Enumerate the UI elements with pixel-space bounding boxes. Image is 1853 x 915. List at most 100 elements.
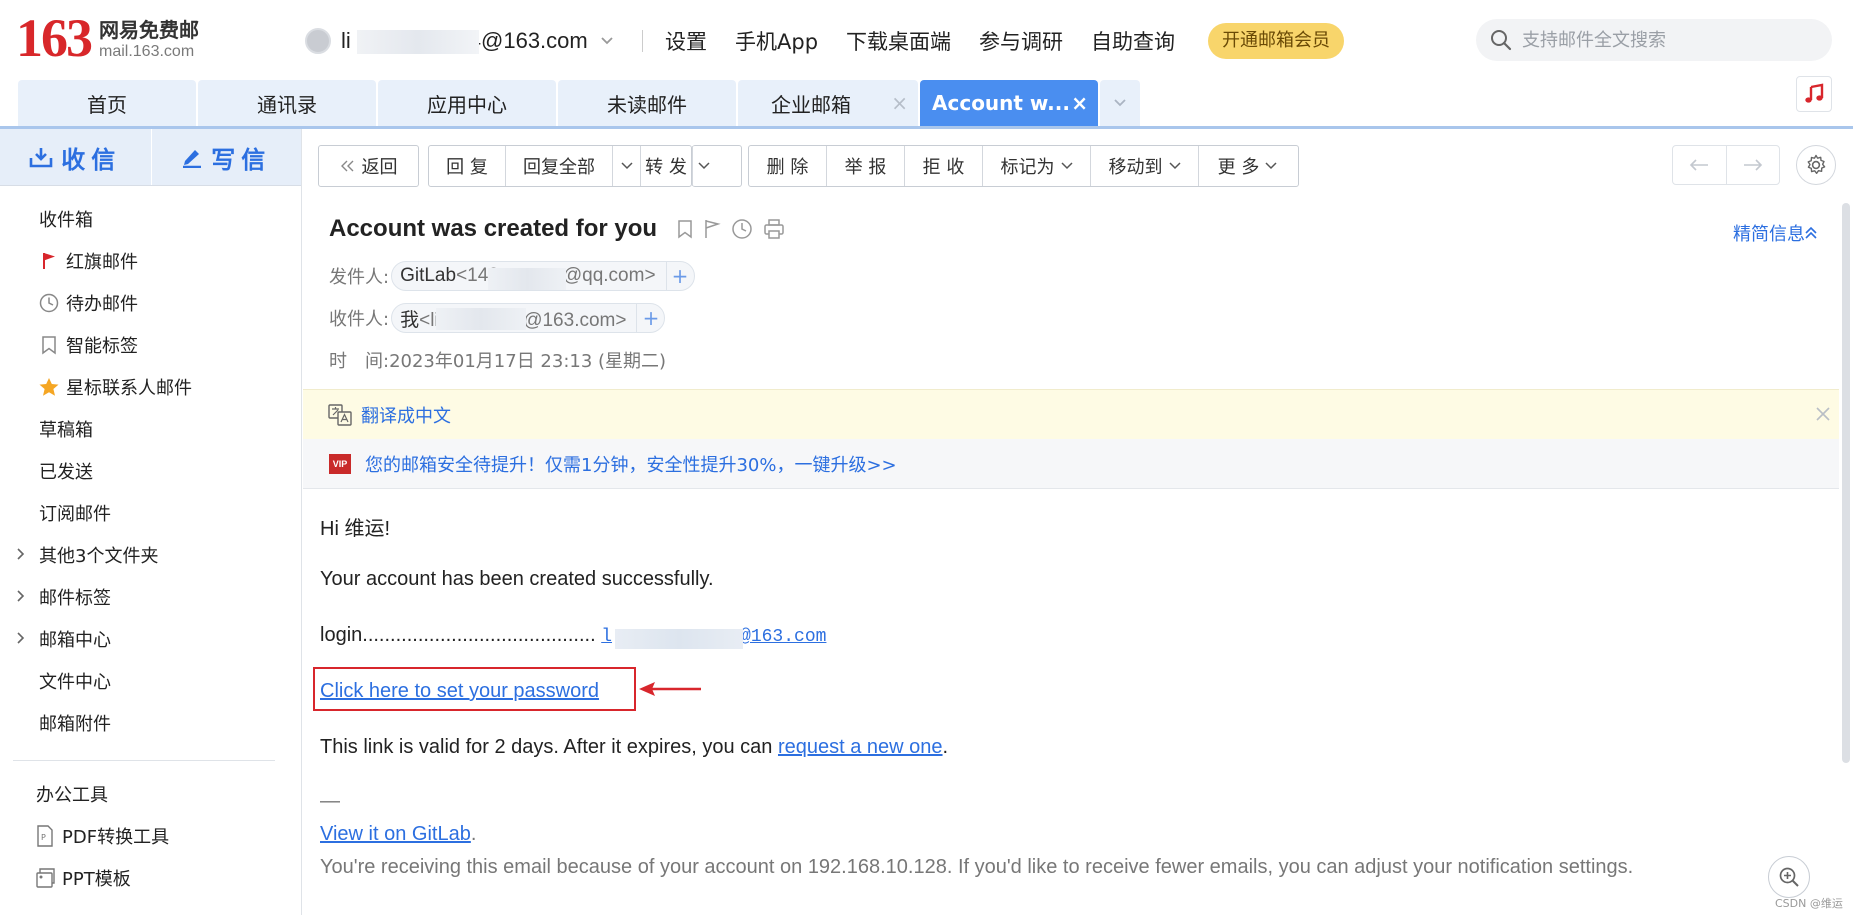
sidebar-item-inbox[interactable]: 收件箱 xyxy=(0,198,301,240)
divider xyxy=(641,30,643,52)
more-button[interactable]: 更 多 xyxy=(1199,146,1296,186)
sidebar-item-drafts[interactable]: 草稿箱 xyxy=(0,408,301,450)
mail-dash: — xyxy=(320,790,340,812)
chevron-right-icon[interactable] xyxy=(16,547,26,561)
add-contact-button[interactable]: + xyxy=(665,262,694,290)
delete-button[interactable]: 删 除 xyxy=(749,146,827,186)
double-chevron-up-icon xyxy=(1805,226,1817,239)
tab-current-mail[interactable]: Account w... × xyxy=(920,80,1098,126)
bookmark-icon[interactable] xyxy=(677,219,693,239)
gear-icon xyxy=(1807,154,1826,174)
nav-settings[interactable]: 设置 xyxy=(665,26,707,56)
nav-self-service[interactable]: 自助查询 xyxy=(1091,26,1175,56)
sidebar-item-todo[interactable]: 待办邮件 xyxy=(0,282,301,324)
action-group: 删 除 举 报 拒 收 标记为 移动到 更 多 xyxy=(748,145,1299,187)
mail-created-line: Your account has been created successful… xyxy=(320,568,714,590)
search-input[interactable] xyxy=(1522,29,1802,51)
tab-enterprise-mail[interactable]: 企业邮箱 × xyxy=(738,80,918,126)
tab-unread[interactable]: 未读邮件 xyxy=(558,80,736,126)
tab-app-center[interactable]: 应用中心 xyxy=(378,80,556,126)
vip-member-button[interactable]: 开通邮箱会员 xyxy=(1208,23,1344,59)
reply-group: 回 复 回复全部 转 发 xyxy=(428,145,692,187)
add-contact-button[interactable]: + xyxy=(636,304,664,332)
receive-mail-button[interactable]: 收信 xyxy=(0,129,151,185)
reply-all-button[interactable]: 回复全部 xyxy=(506,146,613,186)
tab-contacts[interactable]: 通讯录 xyxy=(198,80,376,126)
account-email: li 4@163.com xyxy=(341,28,588,54)
sidebar-item-mail-tags[interactable]: 邮件标签 xyxy=(0,576,301,618)
annotation-highlight-box xyxy=(313,667,636,711)
chevron-right-icon[interactable] xyxy=(16,631,26,645)
reply-button[interactable]: 回 复 xyxy=(429,146,506,186)
sender-chip[interactable]: GitLab<142 @qq.com> + xyxy=(391,261,695,291)
scrollbar-thumb[interactable] xyxy=(1842,203,1850,763)
back-button[interactable]: 返回 xyxy=(318,145,419,187)
sidebar-item-flagged[interactable]: 红旗邮件 xyxy=(0,240,301,282)
previous-mail-button[interactable] xyxy=(1673,146,1726,184)
clock-icon[interactable] xyxy=(731,218,753,240)
privacy-mask xyxy=(357,30,479,54)
mail-footer: You're receiving this email because of y… xyxy=(320,856,1634,878)
logo-domain: mail.163.com xyxy=(99,43,195,60)
sidebar-item-pdf-tool[interactable]: P PDF转换工具 xyxy=(0,815,301,857)
print-icon[interactable] xyxy=(763,218,785,240)
tab-home[interactable]: 首页 xyxy=(18,80,196,126)
recipient-chip[interactable]: 我<li 4@163.com> + xyxy=(391,303,666,333)
tab-more-button[interactable] xyxy=(1100,80,1140,126)
sidebar-item-file-center[interactable]: 文件中心 xyxy=(0,660,301,702)
view-on-gitlab-link[interactable]: View it on GitLab xyxy=(320,823,471,845)
search-box[interactable] xyxy=(1476,19,1832,61)
sidebar-item-smart-tags[interactable]: 智能标签 xyxy=(0,324,301,366)
security-upgrade-link[interactable]: 您的邮箱安全待提升！仅需1分钟，安全性提升30%，一键升级>> xyxy=(365,451,897,477)
report-button[interactable]: 举 报 xyxy=(827,146,905,186)
nav-desktop-download[interactable]: 下载桌面端 xyxy=(846,26,951,56)
sidebar-item-attachments[interactable]: 邮箱附件 xyxy=(0,702,301,744)
account-switcher[interactable]: li 4@163.com xyxy=(305,24,643,58)
sidebar-item-subscriptions[interactable]: 订阅邮件 xyxy=(0,492,301,534)
mark-as-button[interactable]: 标记为 xyxy=(983,146,1091,186)
sidebar: 收信 写信 收件箱 红旗邮件 待办邮件 智能标签 星标联系人邮件 草稿箱 已发送… xyxy=(0,129,302,915)
scrollbar[interactable] xyxy=(1839,199,1853,915)
logo-title: 网易免费邮 xyxy=(99,18,199,42)
sidebar-item-other-folders[interactable]: 其他3个文件夹 xyxy=(0,534,301,576)
music-button[interactable] xyxy=(1796,76,1832,112)
double-chevron-left-icon xyxy=(340,160,353,172)
zoom-in-button[interactable] xyxy=(1768,856,1810,898)
next-mail-button[interactable] xyxy=(1725,146,1779,184)
watermark: CSDN @维运 xyxy=(1775,897,1843,910)
settings-button[interactable] xyxy=(1796,145,1836,185)
sidebar-item-sent[interactable]: 已发送 xyxy=(0,450,301,492)
forward-dropdown[interactable] xyxy=(692,146,714,186)
close-icon[interactable] xyxy=(1813,404,1833,424)
nav-mobile-app[interactable]: 手机App xyxy=(735,26,818,56)
forward-button[interactable]: 转 发 xyxy=(641,146,691,186)
chevron-down-icon xyxy=(1168,162,1181,170)
login-email-link[interactable]: l @163.com xyxy=(601,627,826,649)
sidebar-item-starred-contacts[interactable]: 星标联系人邮件 xyxy=(0,366,301,408)
request-new-link[interactable]: request a new one xyxy=(778,736,943,758)
compose-button[interactable]: 写信 xyxy=(150,129,301,185)
simple-info-toggle[interactable]: 精简信息 xyxy=(1733,220,1817,246)
mail-greeting: Hi 维运! xyxy=(320,518,390,540)
top-nav: 设置 手机App 下载桌面端 参与调研 自助查询 xyxy=(665,24,1203,58)
translate-link[interactable]: 翻译成中文 xyxy=(361,402,451,428)
sidebar-item-ppt-template[interactable]: PPT模板 xyxy=(0,857,301,899)
reject-button[interactable]: 拒 收 xyxy=(905,146,983,186)
forward-dropdown-group xyxy=(692,145,742,187)
chevron-right-icon[interactable] xyxy=(16,589,26,603)
chevron-down-icon xyxy=(1114,99,1126,107)
from-row: 发件人: GitLab<142 @qq.com> + xyxy=(329,261,695,291)
move-to-button[interactable]: 移动到 xyxy=(1091,146,1199,186)
mail-view: Account was created for you 精简信息 发件人: Gi… xyxy=(303,199,1839,915)
pdf-file-icon: P xyxy=(34,825,56,847)
close-icon[interactable]: × xyxy=(891,93,908,113)
reply-dropdown[interactable] xyxy=(613,146,641,186)
template-icon xyxy=(34,867,56,889)
logo[interactable]: 163 网易免费邮 mail.163.com xyxy=(16,11,199,65)
sidebar-item-mail-center[interactable]: 邮箱中心 xyxy=(0,618,301,660)
nav-survey[interactable]: 参与调研 xyxy=(979,26,1063,56)
close-icon[interactable]: × xyxy=(1071,93,1088,113)
flag-icon[interactable] xyxy=(703,219,721,239)
from-label: 发件人: xyxy=(329,267,390,288)
mail-login-line: login...................................… xyxy=(320,624,827,649)
